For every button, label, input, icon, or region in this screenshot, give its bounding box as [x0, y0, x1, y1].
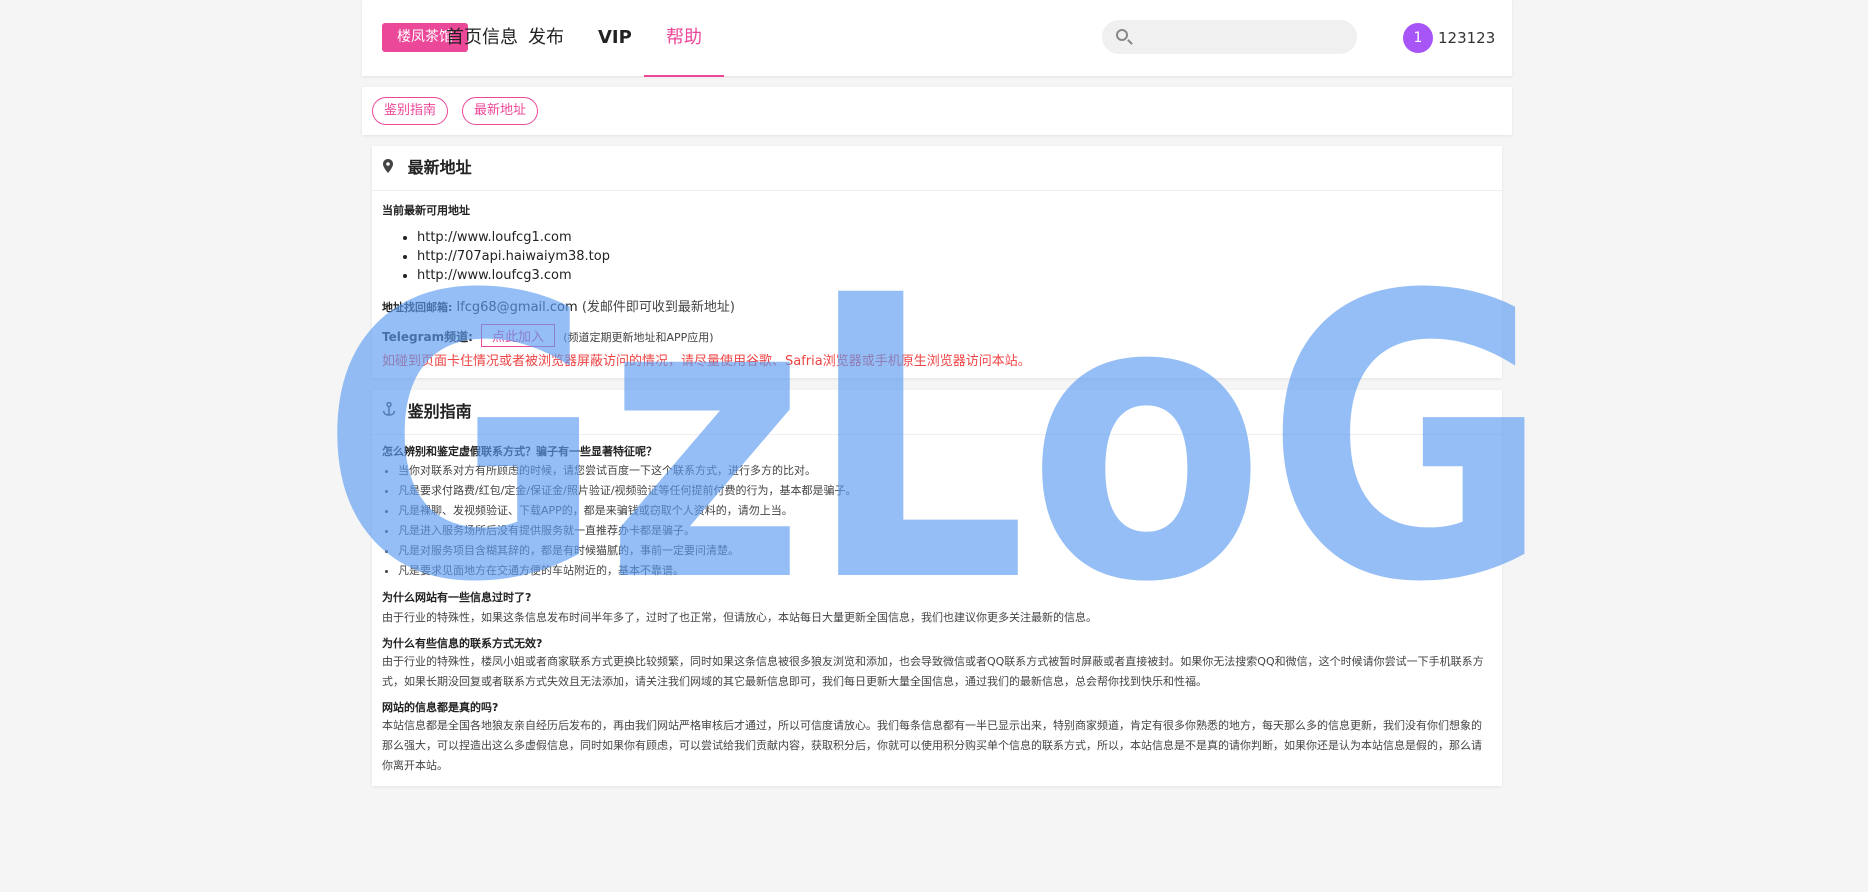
guide-title: 鉴别指南 [407, 402, 472, 421]
username[interactable]: 123123 [1438, 23, 1495, 53]
anchor-tabs-bar: 鉴别指南 最新地址 [362, 87, 1512, 135]
guide-tip: 当你对联系对方有所顾虑的时候，请您尝试百度一下这个联系方式，进行多方的比对。 [398, 461, 857, 481]
address-link[interactable]: http://707api.haiwaiym38.top [417, 247, 610, 266]
telegram-join-button[interactable]: 点此加入 [481, 324, 556, 347]
browser-warning: 如碰到页面卡住情况或者被浏览器屏蔽访问的情况，请尽量使用谷歌、Safria浏览器… [382, 354, 1031, 369]
faq-answer: 本站信息都是全国各地狼友亲自经历后发布的，再由我们网站严格审核后才通过，所以可信… [382, 719, 1482, 772]
email-label: 地址找回邮箱: [382, 301, 453, 314]
email-row: 地址找回邮箱: lfcg68@gmail.com (发邮件即可收到最新地址) [382, 296, 735, 315]
address-link[interactable]: http://www.loufcg1.com [417, 228, 610, 247]
guide-tip: 凡是裸聊、发视频验证、下载APP的，都是来骗钱或窃取个人资料的，请勿上当。 [398, 501, 857, 521]
avatar[interactable]: 1 [1403, 23, 1433, 53]
faq-question: 网站的信息都是真的吗? [382, 701, 499, 714]
search-input[interactable] [1142, 22, 1346, 54]
faq-answer: 由于行业的特殊性，如果这条信息发布时间半年多了，过时了也正常，但请放心，本站每日… [382, 611, 1097, 624]
top-navbar: 楼凤茶馆 首页信息 发布 VIP 帮助 1 123123 [362, 0, 1512, 77]
nav-help[interactable]: 帮助 [644, 0, 724, 77]
latest-subtitle: 当前最新可用地址 [382, 204, 470, 217]
guide-tip: 凡是要求付路费/红包/定金/保证金/照片验证/视频验证等任何提前付费的行为，基本… [398, 481, 857, 501]
latest-address-title: 最新地址 [407, 158, 472, 177]
latest-address-header: 最新地址 [372, 146, 1502, 191]
guide-question: 怎么辨别和鉴定虚假联系方式？骗子有一些显著特征呢？ [382, 445, 657, 458]
email-note: (发邮件即可收到最新地址) [581, 300, 735, 315]
latest-address-card: 最新地址 当前最新可用地址 http://www.loufcg1.com htt… [372, 146, 1502, 378]
guide-tip: 凡是对服务项目含糊其辞的，都是有时候猫腻的，事前一定要问清楚。 [398, 541, 857, 561]
search-icon [1116, 29, 1128, 41]
telegram-note: (频道定期更新地址和APP应用) [563, 331, 714, 344]
address-link[interactable]: http://www.loufcg3.com [417, 266, 610, 285]
tab-guide[interactable]: 鉴别指南 [372, 97, 449, 125]
guide-tips-list: 当你对联系对方有所顾虑的时候，请您尝试百度一下这个联系方式，进行多方的比对。 凡… [382, 461, 857, 581]
guide-card: 鉴别指南 怎么辨别和鉴定虚假联系方式？骗子有一些显著特征呢？ 当你对联系对方有所… [372, 390, 1502, 786]
location-pin-icon [382, 146, 398, 190]
faq-question: 为什么网站有一些信息过时了? [382, 591, 532, 604]
faq-answer: 由于行业的特殊性，楼凤小姐或者商家联系方式更换比较频繁，同时如果这条信息被很多狼… [382, 655, 1484, 688]
telegram-row: Telegram频道: 点此加入 (频道定期更新地址和APP应用) [382, 324, 714, 347]
nav-vip[interactable]: VIP [598, 0, 632, 76]
nav-home[interactable]: 首页信息 [446, 0, 518, 76]
faq-question: 为什么有些信息的联系方式无效? [382, 637, 543, 650]
email-address[interactable]: lfcg68@gmail.com [457, 300, 578, 315]
anchor-icon [382, 390, 398, 434]
nav-publish[interactable]: 发布 [528, 0, 564, 76]
tab-latest-address[interactable]: 最新地址 [462, 97, 539, 125]
guide-tip: 凡是要求见面地方在交通方便的车站附近的，基本不靠谱。 [398, 561, 857, 581]
telegram-label: Telegram频道: [382, 330, 473, 344]
address-list: http://www.loufcg1.com http://707api.hai… [372, 228, 610, 285]
guide-tip: 凡是进入服务场所后没有提供服务就一直推荐办卡都是骗子。 [398, 521, 857, 541]
guide-header: 鉴别指南 [372, 390, 1502, 435]
